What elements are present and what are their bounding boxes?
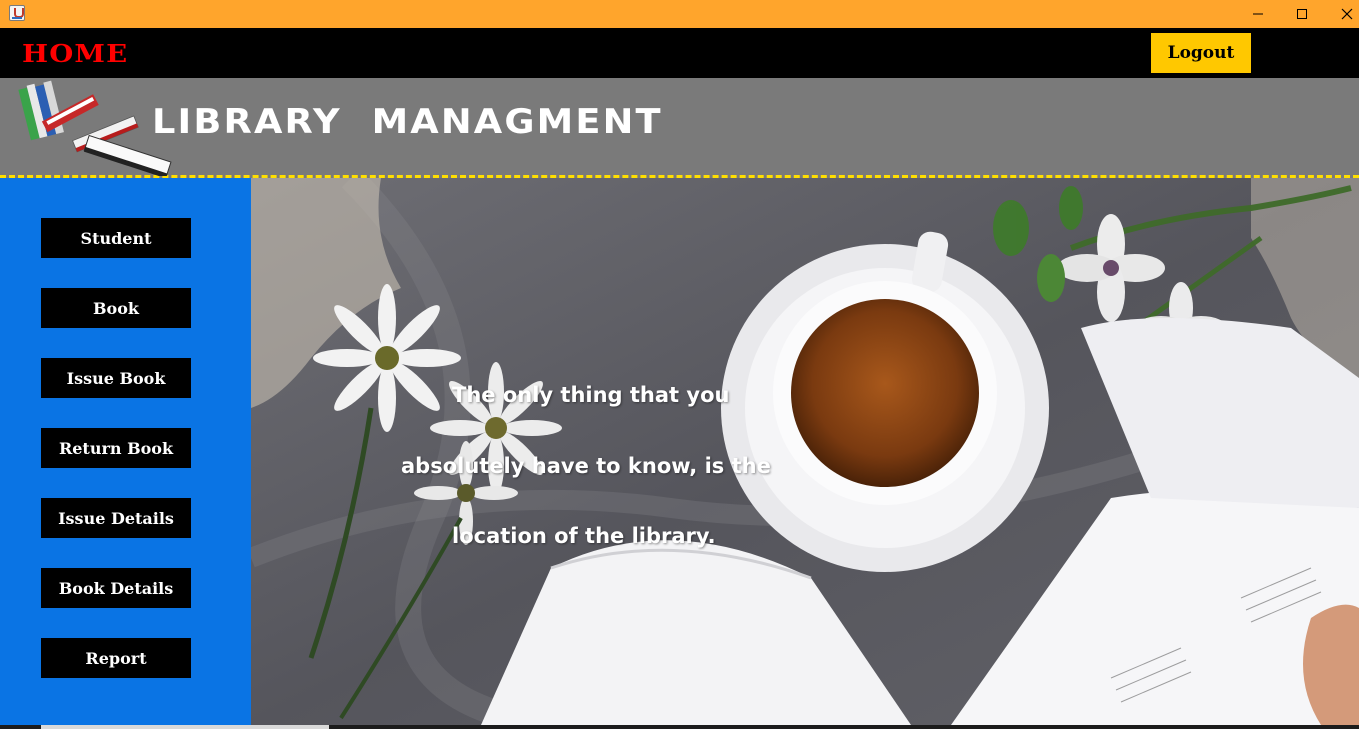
maximize-button[interactable] (1280, 0, 1324, 28)
close-button[interactable] (1325, 0, 1359, 28)
main-content: The only thing that you absolutely have … (251, 178, 1359, 725)
quote-line-3: location of the library. (452, 524, 716, 548)
window-titlebar (0, 0, 1359, 28)
scrollbar-thumb[interactable] (41, 725, 329, 729)
minimize-icon (1253, 13, 1263, 15)
app-title: LIBRARY MANAGMENT (152, 102, 663, 142)
maximize-icon (1297, 9, 1307, 19)
java-cup-icon (9, 5, 25, 21)
quote-line-1: The only thing that you (452, 383, 730, 407)
sidebar-item-report[interactable]: Report (41, 638, 191, 678)
sidebar-item-student[interactable]: Student (41, 218, 191, 258)
sidebar-item-issue-book[interactable]: Issue Book (41, 358, 191, 398)
logout-button[interactable]: Logout (1151, 33, 1251, 73)
sidebar-item-issue-details[interactable]: Issue Details (41, 498, 191, 538)
sidebar-item-book[interactable]: Book (41, 288, 191, 328)
app-header: LIBRARY MANAGMENT (0, 78, 1359, 178)
sidebar-item-book-details[interactable]: Book Details (41, 568, 191, 608)
sidebar-item-return-book[interactable]: Return Book (41, 428, 191, 468)
sidebar: Student Book Issue Book Return Book Issu… (0, 178, 251, 729)
bottom-scroll-strip (0, 725, 1359, 729)
background-photo (251, 178, 1359, 725)
close-icon (1341, 8, 1353, 20)
minimize-button[interactable] (1236, 0, 1280, 28)
quote-line-2: absolutely have to know, is the (401, 454, 771, 478)
home-label: HOME (22, 39, 129, 68)
top-navbar: HOME Logout (0, 28, 1359, 78)
